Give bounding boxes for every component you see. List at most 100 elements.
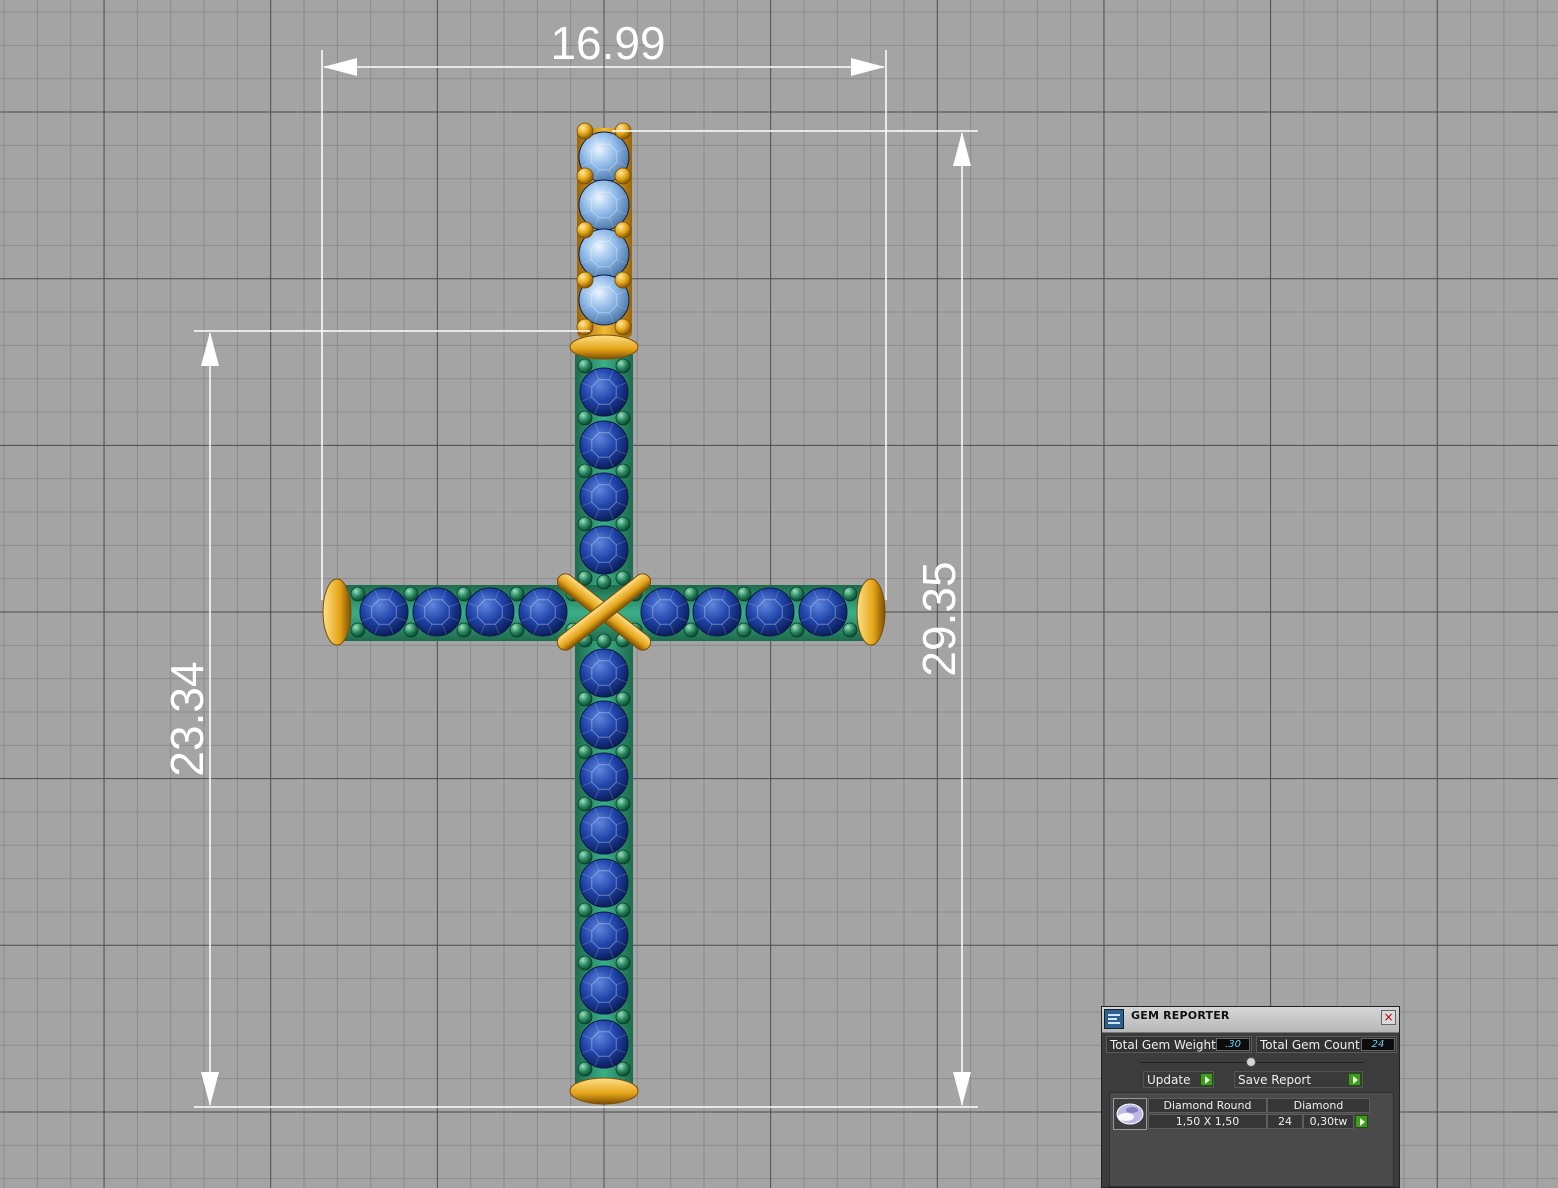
gem-reporter-panel[interactable]: GEM REPORTER × Total Gem Weight .30 Tota… (1101, 1006, 1400, 1188)
gold-prong (576, 271, 594, 289)
gold-prong (614, 318, 632, 336)
prong (615, 1009, 631, 1025)
prong (842, 586, 858, 602)
save-report-button[interactable]: Save Report (1234, 1071, 1363, 1088)
prong (596, 633, 612, 649)
prong (577, 358, 593, 374)
blue-stone (579, 752, 629, 802)
prong (577, 1009, 593, 1025)
blue-stone (692, 587, 742, 637)
stone-body (579, 472, 629, 522)
blue-stone (465, 587, 515, 637)
gold-prong (576, 221, 594, 239)
gem-count-cell: 24 (1267, 1114, 1303, 1129)
blue-stone (745, 587, 795, 637)
prong (403, 622, 419, 638)
prong (789, 586, 805, 602)
prong (615, 516, 631, 532)
prong (577, 849, 593, 865)
prong (577, 410, 593, 426)
gold-prong (576, 318, 594, 336)
prong (350, 622, 366, 638)
gem-size-cell: 1,50 X 1,50 (1148, 1114, 1267, 1129)
prong (509, 586, 525, 602)
blue-stone (579, 367, 629, 417)
stone-body (579, 805, 629, 855)
save-report-go-icon[interactable] (1348, 1073, 1361, 1086)
gold-prong (614, 271, 632, 289)
blue-stone (579, 805, 629, 855)
gem-reporter-titlebar[interactable]: GEM REPORTER × (1102, 1007, 1399, 1033)
stone-body (518, 587, 568, 637)
total-gem-count-field: Total Gem Count 24 (1256, 1036, 1397, 1053)
stone-body (579, 525, 629, 575)
stone-body (579, 858, 629, 908)
update-button[interactable]: Update (1143, 1071, 1214, 1088)
prong (403, 586, 419, 602)
width-dimension-label: 16.99 (550, 17, 665, 69)
gold-prong (576, 122, 594, 140)
blue-stone (579, 472, 629, 522)
prong (615, 691, 631, 707)
update-go-icon[interactable] (1200, 1073, 1213, 1086)
prong (615, 849, 631, 865)
prong (615, 1061, 631, 1077)
prong (683, 586, 699, 602)
blue-stone (579, 700, 629, 750)
blue-stone (579, 1019, 629, 1069)
prong (615, 744, 631, 760)
stone-body (640, 587, 690, 637)
gem-cut-cell: Diamond Round (1148, 1098, 1267, 1113)
blue-stone (579, 648, 629, 698)
prong (577, 955, 593, 971)
gem-list-row[interactable]: Diamond Round Diamond 1,50 X 1,50 24 0,3… (1112, 1098, 1370, 1132)
round-diamond-icon (1113, 1098, 1147, 1130)
prong (615, 902, 631, 918)
prong (789, 622, 805, 638)
prong (577, 691, 593, 707)
stone-body (579, 648, 629, 698)
total-gem-weight-label: Total Gem Weight (1110, 1038, 1216, 1052)
stone-body (579, 700, 629, 750)
gold-prong (576, 167, 594, 185)
prong (615, 410, 631, 426)
panel-resize-handle[interactable] (1246, 1057, 1256, 1067)
stone-body (745, 587, 795, 637)
stone-body (579, 367, 629, 417)
gem-material-cell: Diamond (1267, 1098, 1370, 1113)
gold-prong (614, 167, 632, 185)
blue-stone (518, 587, 568, 637)
blue-stone (412, 587, 462, 637)
gem-row-go-icon[interactable] (1355, 1115, 1368, 1128)
prong (577, 516, 593, 532)
stone-body (412, 587, 462, 637)
stone-body (579, 752, 629, 802)
stone-body (579, 911, 629, 961)
prong (577, 463, 593, 479)
blue-stone (579, 420, 629, 470)
stone-body (579, 420, 629, 470)
blue-stone (579, 911, 629, 961)
cross-pendant[interactable] (322, 122, 886, 1105)
gem-weight-cell: 0,30tw (1303, 1114, 1354, 1129)
left-cap (322, 578, 352, 646)
prong (350, 586, 366, 602)
stone-body (579, 1019, 629, 1069)
gem-list[interactable]: Diamond Round Diamond 1,50 X 1,50 24 0,3… (1109, 1092, 1394, 1187)
bottom-cap (569, 1077, 639, 1105)
update-button-label: Update (1147, 1073, 1191, 1087)
cad-viewport[interactable]: 16.99 29.35 23.34 GEM REPORTER × Total G… (0, 0, 1558, 1188)
gold-prong (614, 221, 632, 239)
save-report-button-label: Save Report (1238, 1073, 1312, 1087)
total-gem-count-value: 24 (1361, 1038, 1395, 1051)
stone-body (692, 587, 742, 637)
close-icon[interactable]: × (1381, 1010, 1396, 1025)
prong (736, 622, 752, 638)
prong (456, 586, 472, 602)
lower-height-dimension-label: 23.34 (161, 661, 213, 776)
prong (577, 744, 593, 760)
prong (615, 463, 631, 479)
blue-stone (579, 858, 629, 908)
prong (842, 622, 858, 638)
gem-reporter-app-icon (1104, 1009, 1124, 1029)
